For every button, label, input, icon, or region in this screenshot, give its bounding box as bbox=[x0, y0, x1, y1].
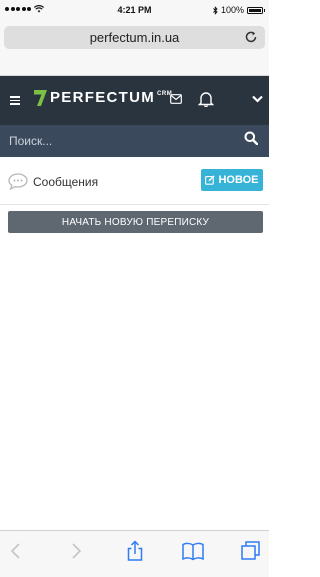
new-message-label: НОВОЕ bbox=[218, 174, 259, 186]
app-header: PERFECTUM CRM bbox=[0, 76, 269, 125]
bluetooth-icon bbox=[213, 5, 218, 15]
book-icon[interactable] bbox=[182, 540, 204, 562]
messages-list bbox=[0, 240, 269, 530]
bell-icon[interactable] bbox=[198, 91, 214, 107]
back-arrow-icon[interactable] bbox=[5, 540, 27, 562]
url-text[interactable]: perfectum.in.ua bbox=[4, 30, 265, 45]
panel-title: Сообщения bbox=[33, 175, 99, 189]
chat-bubble-icon bbox=[8, 173, 28, 190]
tabs-icon[interactable] bbox=[240, 540, 262, 562]
search-bar[interactable]: Поиск... bbox=[0, 125, 269, 157]
search-input[interactable]: Поиск... bbox=[9, 134, 52, 148]
browser-chrome: perfectum.in.ua bbox=[0, 20, 269, 76]
status-bar: 4:21 PM 100% bbox=[0, 0, 269, 20]
battery-icon bbox=[247, 6, 265, 14]
address-bar[interactable]: perfectum.in.ua bbox=[4, 26, 265, 49]
forward-arrow-icon[interactable] bbox=[65, 540, 87, 562]
search-icon[interactable] bbox=[244, 131, 258, 145]
mail-icon[interactable] bbox=[170, 94, 182, 104]
status-right: 100% bbox=[213, 5, 265, 15]
battery-percent: 100% bbox=[220, 5, 244, 15]
brand-logo[interactable]: PERFECTUM CRM bbox=[34, 90, 172, 106]
chevron-down-icon[interactable] bbox=[252, 95, 263, 103]
browser-toolbar bbox=[0, 530, 269, 577]
new-message-button[interactable]: НОВОЕ bbox=[201, 169, 263, 191]
messages-panel-header: Сообщения НОВОЕ bbox=[0, 157, 269, 205]
share-icon[interactable] bbox=[124, 540, 146, 562]
hamburger-icon[interactable] bbox=[10, 96, 20, 105]
reload-icon[interactable] bbox=[244, 30, 258, 44]
logo-mark-icon bbox=[34, 90, 47, 106]
brand-name: PERFECTUM bbox=[50, 89, 156, 106]
edit-icon bbox=[205, 175, 216, 185]
start-conversation-button[interactable]: НАЧАТЬ НОВУЮ ПЕРЕПИСКУ bbox=[8, 211, 263, 233]
